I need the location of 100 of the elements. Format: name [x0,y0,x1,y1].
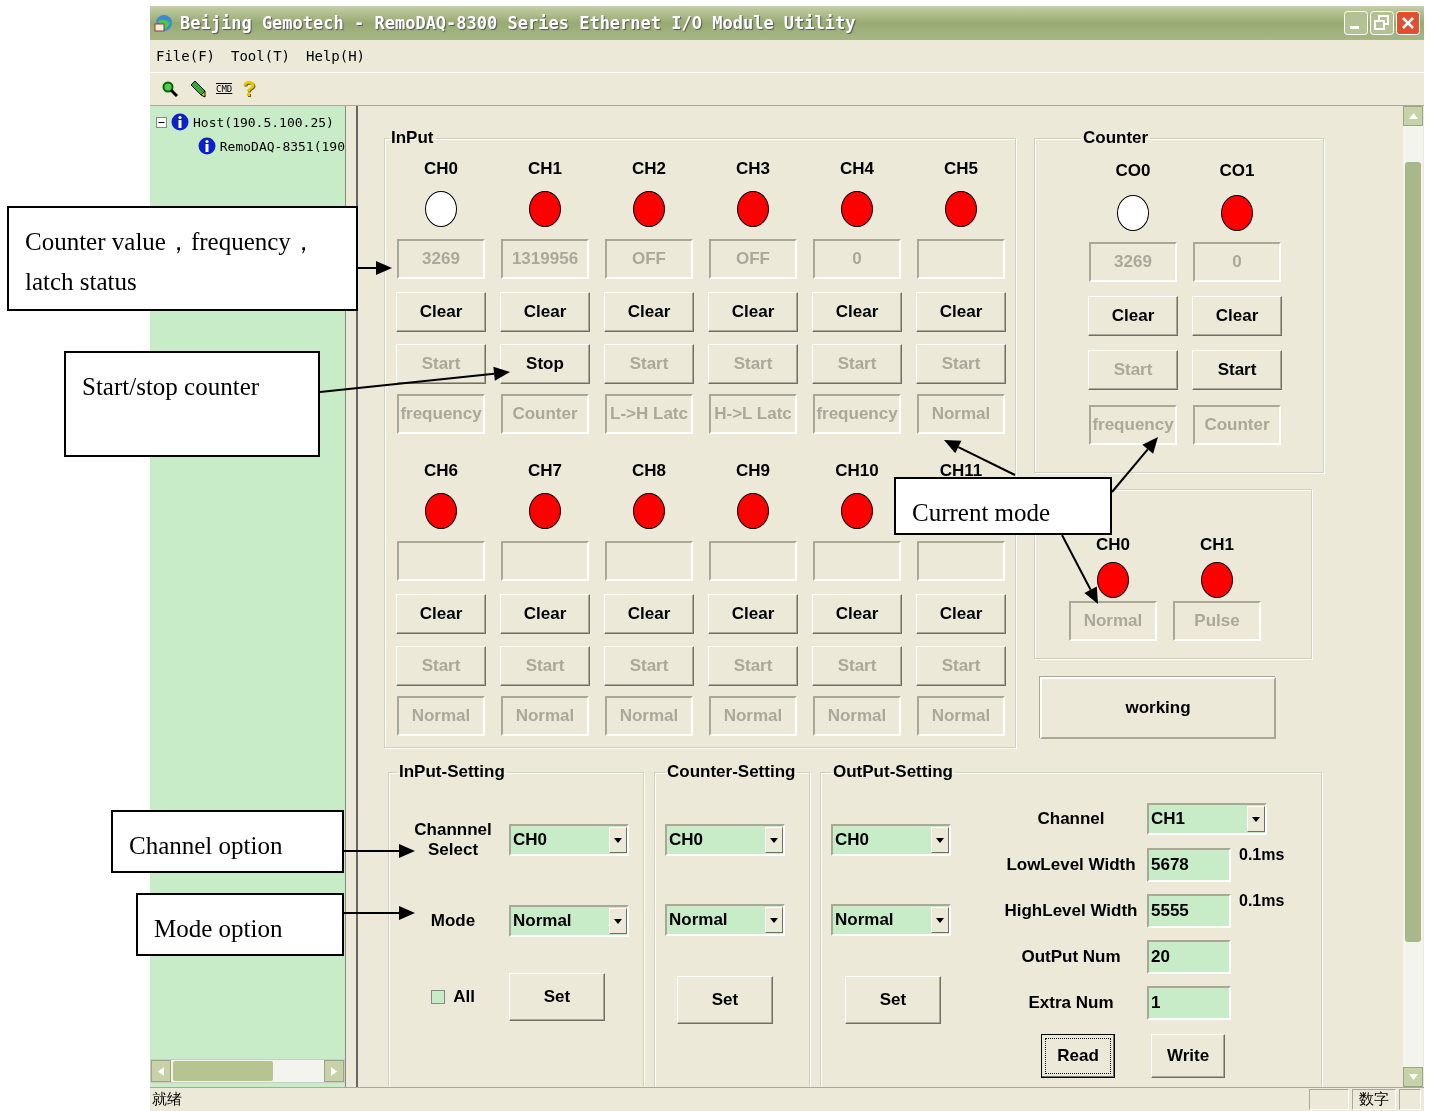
start-button[interactable]: Start [1192,350,1282,390]
channel-select[interactable]: CH0 [665,824,785,856]
clear-button[interactable]: Clear [396,594,486,634]
channel-label: CH5 [944,159,978,179]
mode-select[interactable]: Normal [665,904,785,936]
group-title: OutPut-Setting [832,762,954,782]
channel-label: CO1 [1219,161,1255,181]
menu-item[interactable]: Help(H) [306,48,366,64]
channel-label: CH6 [424,461,458,481]
channel-select[interactable]: CH0 [509,824,629,856]
input-field[interactable]: 20 [1147,940,1231,974]
mode-field: H->L Latc [709,394,797,434]
input-field[interactable]: 1 [1147,986,1231,1020]
collapse-icon[interactable] [156,116,167,128]
clear-button[interactable]: Clear [396,292,486,332]
mode-field: Normal [605,696,693,736]
tree-item[interactable]: Host(190.5.100.25) [193,114,334,130]
channel-label: CH1 [528,159,562,179]
mode-field: Pulse [1173,601,1261,641]
arrow [1061,534,1098,604]
unit-label: 0.1ms [1239,845,1286,864]
parameter-label: Extra Num [1028,993,1114,1013]
clear-button[interactable]: Clear [500,594,590,634]
channel-label: CH1 [1200,535,1234,555]
input-field[interactable]: 5555 [1147,894,1231,928]
channel-label: CH8 [632,461,666,481]
mode-field: Normal [709,696,797,736]
arrow [343,906,415,920]
mode-field: Normal [813,696,901,736]
mode-field: Normal [917,696,1005,736]
mode-field: Normal [1069,601,1157,641]
mode-select[interactable]: Normal [831,904,951,936]
value-field: 1319956 [501,239,589,279]
channel-label: CH10 [835,461,879,481]
value-field: OFF [605,239,693,279]
parameter-label: OutPut Num [1021,947,1121,967]
channel-select[interactable]: CH0 [831,824,951,856]
all-checkbox[interactable] [431,990,446,1004]
clear-button[interactable]: Clear [604,594,694,634]
input-field[interactable]: 5678 [1147,848,1231,882]
clear-button[interactable]: Clear [1192,296,1282,336]
pencil-icon[interactable] [188,80,206,98]
start-button[interactable]: Stop [500,344,590,384]
status-box: working [1040,677,1276,739]
mode-field: Normal [917,394,1005,434]
set-button[interactable]: Set [509,973,605,1021]
clear-button[interactable]: Clear [812,594,902,634]
channel-select[interactable]: CH1 [1147,803,1267,835]
mode-field: Normal [397,696,485,736]
channel-label: CO0 [1115,161,1151,181]
mode-field: Counter [501,394,589,434]
write-button[interactable]: Write [1151,1034,1225,1078]
callout: Mode option [136,893,344,956]
menu-item[interactable]: Tool(T) [231,48,291,64]
mode-select[interactable]: Normal [509,905,629,937]
value-field: OFF [709,239,797,279]
mode-field: Normal [501,696,589,736]
channel-label: CH0 [1096,535,1130,555]
mode-field: frequency [813,394,901,434]
callout: Current mode [894,477,1112,535]
read-button[interactable]: Read [1041,1034,1115,1078]
group-title: InPut [390,128,435,148]
channel-label: CH4 [840,159,874,179]
clear-button[interactable]: Clear [708,292,798,332]
callout: Channel option [111,810,344,873]
set-button[interactable]: Set [845,976,941,1024]
set-button[interactable]: Set [677,976,773,1024]
clear-button[interactable]: Clear [708,594,798,634]
group-title: Counter-Setting [666,762,797,782]
clear-button[interactable]: Clear [1088,296,1178,336]
parameter-label: LowLevel Width [1006,855,1136,875]
channel-label: CH2 [632,159,666,179]
callout: Counter value，frequency，latch status [7,206,358,311]
channel-select-label: Channnel Select [413,820,493,860]
clear-button[interactable]: Clear [812,292,902,332]
close-icon[interactable] [1396,11,1420,35]
checkbox-label: All [453,987,475,1007]
menu-item[interactable]: File(F) [156,48,215,64]
value-field: 3269 [1089,242,1177,282]
clear-button[interactable]: Clear [916,292,1006,332]
tree-item[interactable]: RemoDAQ-8351(190 [219,138,345,154]
parameter-label: HighLevel Width [1004,901,1138,921]
mode-field: L->H Latc [605,394,693,434]
arrow [1111,437,1158,493]
search-icon[interactable] [162,81,178,97]
group-title: Counter [1082,128,1150,148]
clear-button[interactable]: Clear [500,292,590,332]
callout: Start/stop counter [64,351,320,457]
clear-button[interactable]: Clear [916,594,1006,634]
channel-label: Channel [1037,809,1105,829]
mode-field: frequency [397,394,485,434]
channel-label: CH7 [528,461,562,481]
value-field: 0 [813,239,901,279]
clear-button[interactable]: Clear [604,292,694,332]
group-title: InPut-Setting [398,762,506,782]
app-icon [154,13,174,33]
unit-label: 0.1ms [1239,891,1286,910]
mode-field: Counter [1193,405,1281,445]
info-icon [171,113,189,131]
arrow [343,844,415,858]
